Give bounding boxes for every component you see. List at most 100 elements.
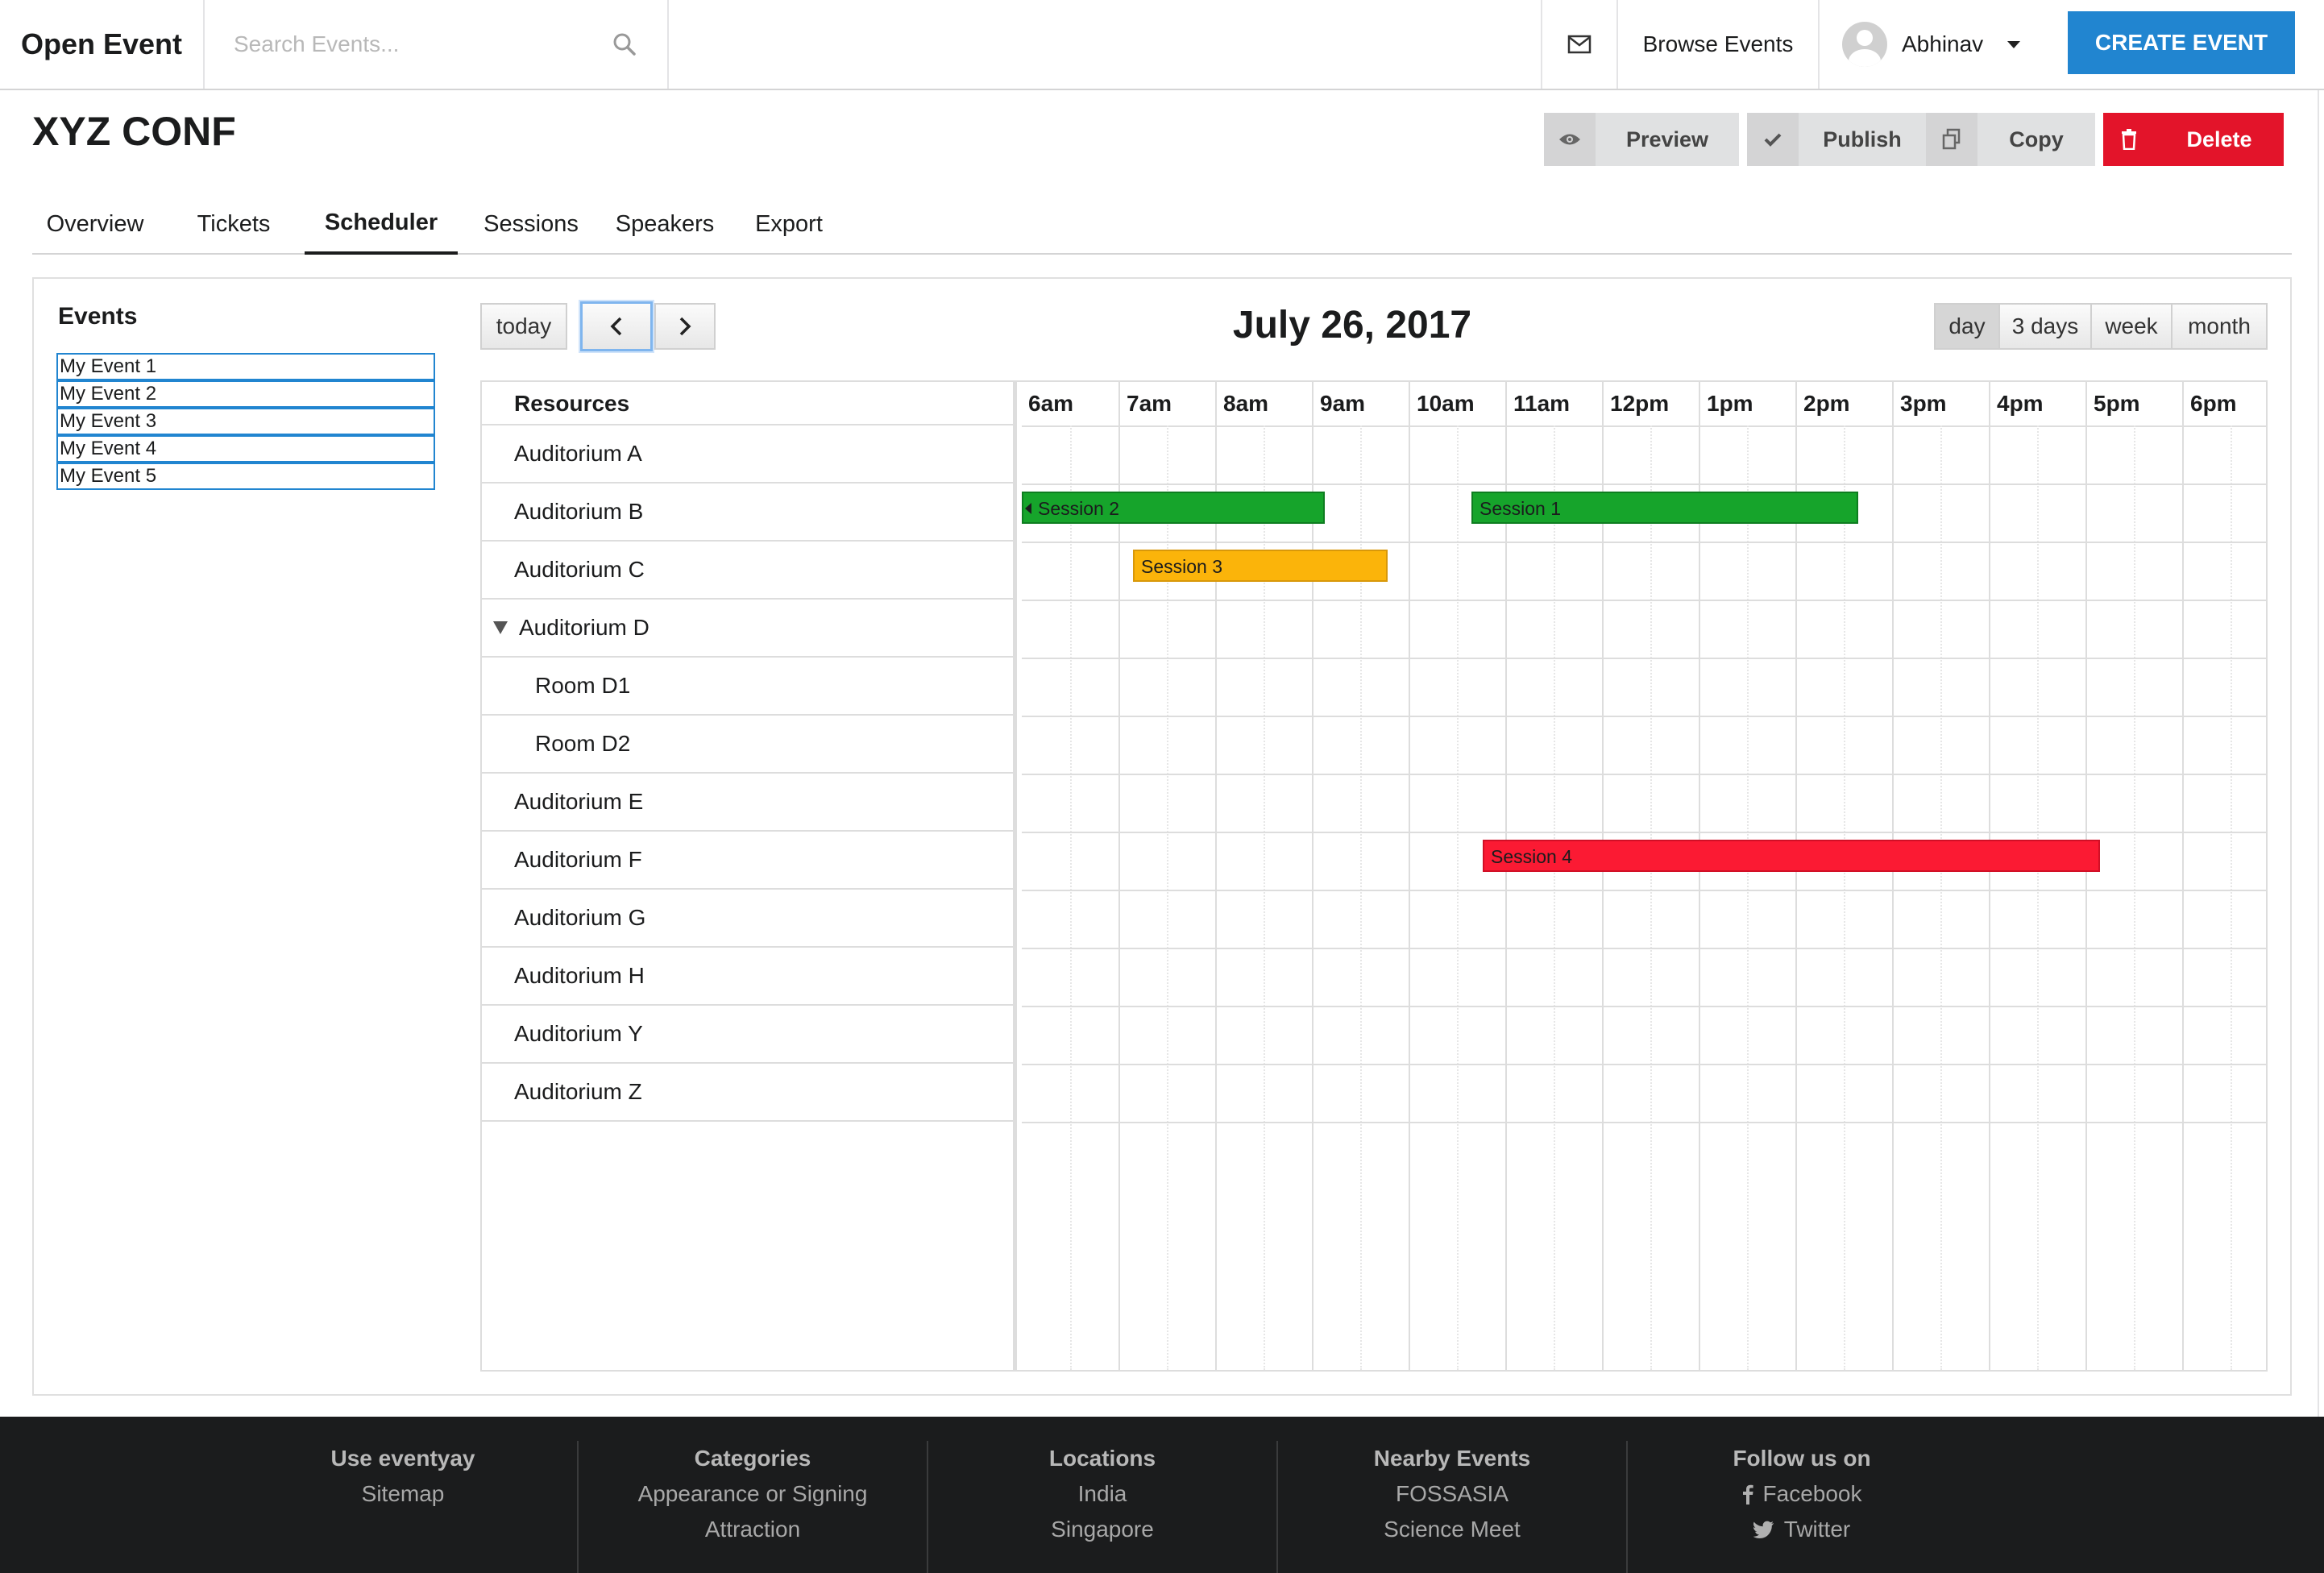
session-event[interactable]: Session 3 (1133, 550, 1388, 582)
publish-label: Publish (1799, 113, 1926, 166)
footer-heading: Use eventyay (330, 1446, 475, 1471)
view-3days-button[interactable]: 3 days (1998, 303, 2092, 350)
grid-line (1070, 425, 1072, 1370)
footer-link[interactable]: Appearance or Signing (579, 1476, 927, 1512)
resource-row: Auditorium H (482, 948, 1013, 1006)
tab-export[interactable]: Export (745, 193, 833, 255)
resource-label: Auditorium H (514, 963, 645, 988)
draggable-event-item[interactable]: My Event 3 (56, 408, 435, 435)
resource-row: Auditorium Y (482, 1006, 1013, 1064)
prev-button[interactable] (580, 301, 653, 351)
row-line (1022, 484, 2266, 485)
row-line (1022, 716, 2266, 717)
timeline-grid[interactable]: 6am 7am 8am 9am 10am 11am 12pm 1pm 2pm 3… (1022, 382, 2266, 1370)
draggable-event-item[interactable]: My Event 4 (56, 435, 435, 463)
footer-column: Categories Appearance or Signing Attract… (579, 1441, 927, 1547)
tab-scheduler[interactable]: Scheduler (305, 193, 458, 255)
today-button[interactable]: today (480, 303, 567, 350)
resource-label: Auditorium A (514, 441, 642, 466)
footer-link[interactable]: India (928, 1476, 1276, 1512)
events-heading: Events (58, 303, 138, 330)
view-month-button[interactable]: month (2171, 303, 2268, 350)
session-title: Session 4 (1491, 846, 1573, 867)
resource-label: Auditorium C (514, 557, 645, 582)
publish-button[interactable]: Publish (1747, 113, 1926, 166)
grid-line (1989, 425, 1990, 1370)
scrollbar-track[interactable] (2318, 90, 2324, 1417)
preview-label: Preview (1596, 113, 1739, 166)
hour-label: 6pm (2182, 382, 2266, 425)
resource-row: Auditorium Z (482, 1064, 1013, 1122)
resource-row: Auditorium A (482, 425, 1013, 484)
grid-line (1892, 425, 1894, 1370)
copy-label: Copy (1977, 113, 2095, 166)
create-event-button[interactable]: CREATE EVENT (2068, 11, 2295, 74)
resource-row: Auditorium B (482, 484, 1013, 542)
copy-button[interactable]: Copy (1926, 113, 2095, 166)
search-input[interactable] (234, 31, 611, 57)
resource-row: Room D1 (482, 658, 1013, 716)
footer-link[interactable]: Sitemap (229, 1476, 577, 1512)
delete-button[interactable]: Delete (2103, 113, 2284, 166)
resource-label: Auditorium G (514, 905, 646, 930)
grid-line (1505, 425, 1507, 1370)
top-navbar: Open Event Browse Events Abhinav CREATE … (0, 0, 2324, 90)
footer-column: Follow us on Facebook Twitter (1628, 1441, 1976, 1547)
footer-link[interactable]: FOSSASIA (1278, 1476, 1626, 1512)
view-week-button[interactable]: week (2090, 303, 2173, 350)
preview-button[interactable]: Preview (1544, 113, 1739, 166)
row-line (1022, 774, 2266, 775)
grid-line (1457, 425, 1459, 1370)
facebook-link[interactable]: Facebook (1628, 1476, 1976, 1512)
next-button[interactable] (654, 303, 716, 350)
trash-icon (2103, 113, 2155, 166)
resource-label: Auditorium B (514, 499, 644, 524)
hour-label: 7am (1118, 382, 1215, 425)
session-event[interactable]: Session 1 (1471, 492, 1858, 524)
tab-tickets[interactable]: Tickets (192, 193, 276, 255)
tab-sessions[interactable]: Sessions (475, 193, 587, 255)
collapse-triangle-icon[interactable] (493, 621, 508, 634)
resources-header: Resources (482, 382, 1013, 425)
continuation-arrow-icon (1025, 503, 1031, 514)
resource-row: Auditorium D (482, 600, 1013, 658)
grid-line (2231, 425, 2232, 1370)
footer-link[interactable]: Singapore (928, 1512, 1276, 1547)
view-day-button[interactable]: day (1934, 303, 2000, 350)
draggable-event-item[interactable]: My Event 2 (56, 380, 435, 408)
eye-icon (1544, 113, 1596, 166)
session-event[interactable]: Session 4 (1483, 840, 2100, 872)
resource-row: Auditorium F (482, 832, 1013, 890)
grid-line (1844, 425, 1845, 1370)
brand-logo[interactable]: Open Event (0, 0, 205, 89)
session-title: Session 1 (1479, 498, 1562, 519)
delete-label: Delete (2155, 113, 2284, 166)
footer-heading: Locations (1048, 1446, 1156, 1471)
resource-label: Room D1 (535, 673, 631, 698)
resource-label: Room D2 (535, 731, 631, 756)
grid-line (1795, 425, 1797, 1370)
session-event[interactable]: Session 2 (1022, 492, 1325, 524)
user-menu[interactable]: Abhinav (1820, 0, 2021, 89)
footer-link[interactable]: Attraction (579, 1512, 927, 1547)
chevron-right-icon (679, 317, 691, 336)
search-icon[interactable] (611, 31, 638, 58)
tab-speakers[interactable]: Speakers (604, 193, 725, 255)
draggable-event-item[interactable]: My Event 5 (56, 463, 435, 490)
twitter-link[interactable]: Twitter (1628, 1512, 1976, 1547)
event-title: XYZ CONF (32, 109, 236, 154)
hour-label: 6am (1028, 391, 1074, 416)
caret-down-icon (2007, 40, 2021, 48)
footer-column: Use eventyay Sitemap (229, 1441, 577, 1512)
grid-line (2085, 425, 2087, 1370)
resource-column: Resources Auditorium A Auditorium B Audi… (482, 382, 1017, 1370)
row-line (1022, 890, 2266, 891)
resource-label: Auditorium Y (514, 1021, 643, 1046)
browse-events-link[interactable]: Browse Events (1618, 0, 1820, 89)
twitter-icon (1753, 1521, 1774, 1538)
grid-line (2182, 425, 2184, 1370)
tab-overview[interactable]: Overview (45, 193, 145, 255)
draggable-event-item[interactable]: My Event 1 (56, 353, 435, 380)
mail-icon[interactable] (1541, 0, 1618, 89)
footer-link[interactable]: Science Meet (1278, 1512, 1626, 1547)
